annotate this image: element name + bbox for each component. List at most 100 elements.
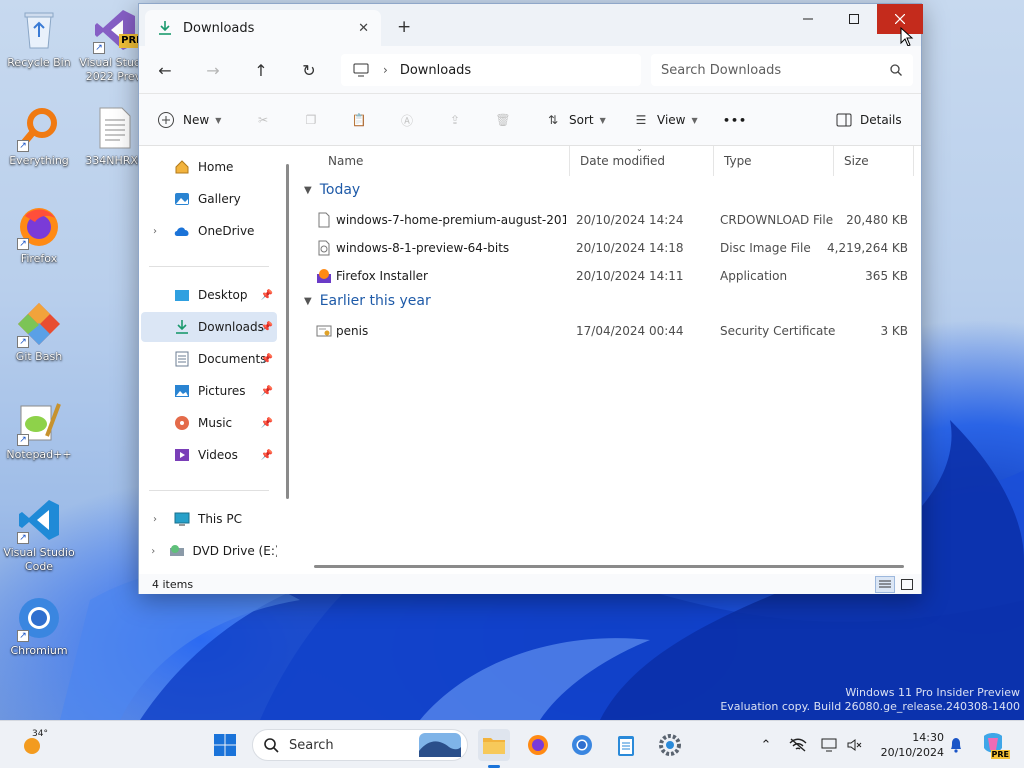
horizontal-scrollbar[interactable] <box>314 565 904 568</box>
sidebar-item-this-pc[interactable]: › This PC <box>141 504 277 534</box>
this-pc-icon <box>173 511 191 527</box>
up-button[interactable]: ↑ <box>249 58 273 82</box>
sidebar-item-downloads[interactable]: Downloads 📌 <box>141 312 277 342</box>
sidebar-item-dvd-drive[interactable]: › DVD Drive (E:) IR <box>141 536 277 566</box>
column-header-size[interactable]: Size <box>834 146 914 176</box>
network-icon[interactable] <box>788 735 808 755</box>
new-label: New <box>183 113 210 127</box>
tab-downloads[interactable]: Downloads ✕ <box>145 10 381 46</box>
expand-chevron-icon[interactable]: › <box>145 546 161 557</box>
tiles-view-toggle[interactable] <box>897 576 917 593</box>
sidebar-scrollbar[interactable] <box>286 164 289 499</box>
delete-button[interactable]: 🗑 <box>493 108 513 132</box>
details-button[interactable]: Details <box>836 108 902 132</box>
copilot-icon[interactable]: PRE <box>980 731 1010 759</box>
watermark-line-1: Windows 11 Pro Insider Preview <box>845 686 1020 699</box>
close-icon <box>895 14 905 24</box>
sort-button[interactable]: ⇅ Sort ▼ <box>543 108 606 132</box>
desktop-icon-git-bash[interactable]: ↗ Git Bash <box>1 300 77 364</box>
sidebar-item-videos[interactable]: Videos 📌 <box>141 440 277 470</box>
start-button[interactable] <box>209 729 241 761</box>
table-row[interactable]: windows-8-1-preview-64-bits 20/10/2024 1… <box>294 235 914 261</box>
sidebar-item-home[interactable]: Home <box>141 152 277 182</box>
rename-button[interactable]: Ⓐ <box>397 108 417 132</box>
address-bar[interactable]: › Downloads <box>341 54 641 86</box>
taskbar-settings[interactable] <box>654 729 686 761</box>
table-row[interactable]: windows-7-home-premium-august-201... 20/… <box>294 207 914 233</box>
videos-icon <box>173 447 191 463</box>
tab-close-icon[interactable]: ✕ <box>358 21 369 36</box>
desktop-icon-everything[interactable]: ↗ Everything <box>1 104 77 168</box>
sort-icon: ⇅ <box>547 113 559 127</box>
search-input[interactable] <box>661 62 889 78</box>
more-dots-icon: ••• <box>723 113 748 127</box>
up-arrow-icon: ↑ <box>254 60 268 80</box>
taskbar-chromium[interactable] <box>566 729 598 761</box>
desktop-icon-notepad-plus-plus[interactable]: ↗ Notepad++ <box>1 398 77 462</box>
refresh-icon: ↻ <box>302 60 316 80</box>
desktop-icon-vscode[interactable]: ↗ Visual Studio Code <box>1 496 77 574</box>
cut-button[interactable]: ✂ <box>253 108 273 132</box>
share-button[interactable]: ⇪ <box>445 108 465 132</box>
volume-muted-icon[interactable] <box>845 735 865 755</box>
new-button[interactable]: New ▼ <box>157 108 221 132</box>
minimize-button[interactable] <box>785 4 831 34</box>
column-header-type[interactable]: Type <box>714 146 834 176</box>
new-tab-button[interactable]: + <box>397 17 411 37</box>
breadcrumb-downloads[interactable]: Downloads <box>400 63 471 78</box>
gear-icon <box>659 734 681 756</box>
desktop-icon-recycle-bin[interactable]: Recycle Bin <box>1 6 77 70</box>
desktop-icon-firefox[interactable]: ↗ Firefox <box>1 202 77 266</box>
sort-label: Sort <box>569 113 594 127</box>
back-button[interactable]: ← <box>153 58 177 82</box>
sidebar-item-desktop[interactable]: Desktop 📌 <box>141 280 277 310</box>
evaluation-watermark: Windows 11 Pro Insider Preview Evaluatio… <box>720 686 1020 714</box>
table-row[interactable]: Firefox Installer 20/10/2024 14:11 Appli… <box>294 263 914 289</box>
taskbar-search[interactable]: Search <box>252 729 468 761</box>
sidebar-item-label: Home <box>198 160 234 174</box>
show-hidden-icons-chevron-icon[interactable]: ⌃ <box>756 735 776 755</box>
pin-icon: 📌 <box>260 385 273 397</box>
taskbar-file-explorer[interactable] <box>478 729 510 761</box>
more-options-button[interactable]: ••• <box>723 108 747 132</box>
system-clock[interactable]: 14:30 20/10/2024 <box>874 730 944 760</box>
desktop-icon-label: Notepad++ <box>6 448 72 461</box>
forward-arrow-icon: → <box>206 60 220 80</box>
refresh-button[interactable]: ↻ <box>297 58 321 82</box>
desktop-icon-label: Everything <box>9 154 69 167</box>
view-button[interactable]: ☰ View ▼ <box>631 108 698 132</box>
taskbar-firefox[interactable] <box>522 729 554 761</box>
sidebar-item-gallery[interactable]: Gallery <box>141 184 277 214</box>
expand-chevron-icon[interactable]: › <box>145 514 165 525</box>
sidebar-item-label: Gallery <box>198 192 241 206</box>
group-header-today[interactable]: ▼ Today <box>304 182 360 198</box>
sidebar-item-music[interactable]: Music 📌 <box>141 408 277 438</box>
paste-icon: 📋 <box>351 113 367 127</box>
maximize-button[interactable] <box>831 4 877 34</box>
column-header-name[interactable]: Name <box>318 146 570 176</box>
group-header-earlier-this-year[interactable]: ▼ Earlier this year <box>304 293 431 309</box>
pin-icon: 📌 <box>260 449 273 461</box>
chromium-icon <box>572 735 592 755</box>
file-date: 17/04/2024 00:44 <box>576 324 684 338</box>
details-view-toggle[interactable] <box>875 576 895 593</box>
taskbar-notepad[interactable] <box>610 729 642 761</box>
desktop-icon-chromium[interactable]: ↗ Chromium <box>1 594 77 658</box>
display-icon[interactable] <box>820 735 840 755</box>
search-box[interactable] <box>651 54 913 86</box>
paste-button[interactable]: 📋 <box>349 108 369 132</box>
table-row[interactable]: penis 17/04/2024 00:44 Security Certific… <box>294 318 914 344</box>
file-name: windows-7-home-premium-august-201... <box>336 213 566 227</box>
search-icon[interactable] <box>889 63 903 77</box>
forward-button[interactable]: → <box>201 58 225 82</box>
expand-chevron-icon[interactable]: › <box>145 226 165 237</box>
trash-icon: 🗑 <box>495 113 511 127</box>
sidebar-item-onedrive[interactable]: › OneDrive <box>141 216 277 246</box>
weather-widget[interactable]: 34° <box>20 729 48 760</box>
sidebar-item-documents[interactable]: Documents 📌 <box>141 344 277 374</box>
copy-button[interactable]: ❐ <box>301 108 321 132</box>
maximize-icon <box>849 14 859 24</box>
sidebar-item-pictures[interactable]: Pictures 📌 <box>141 376 277 406</box>
notification-bell-icon[interactable] <box>946 735 966 755</box>
monitor-icon <box>353 63 369 77</box>
